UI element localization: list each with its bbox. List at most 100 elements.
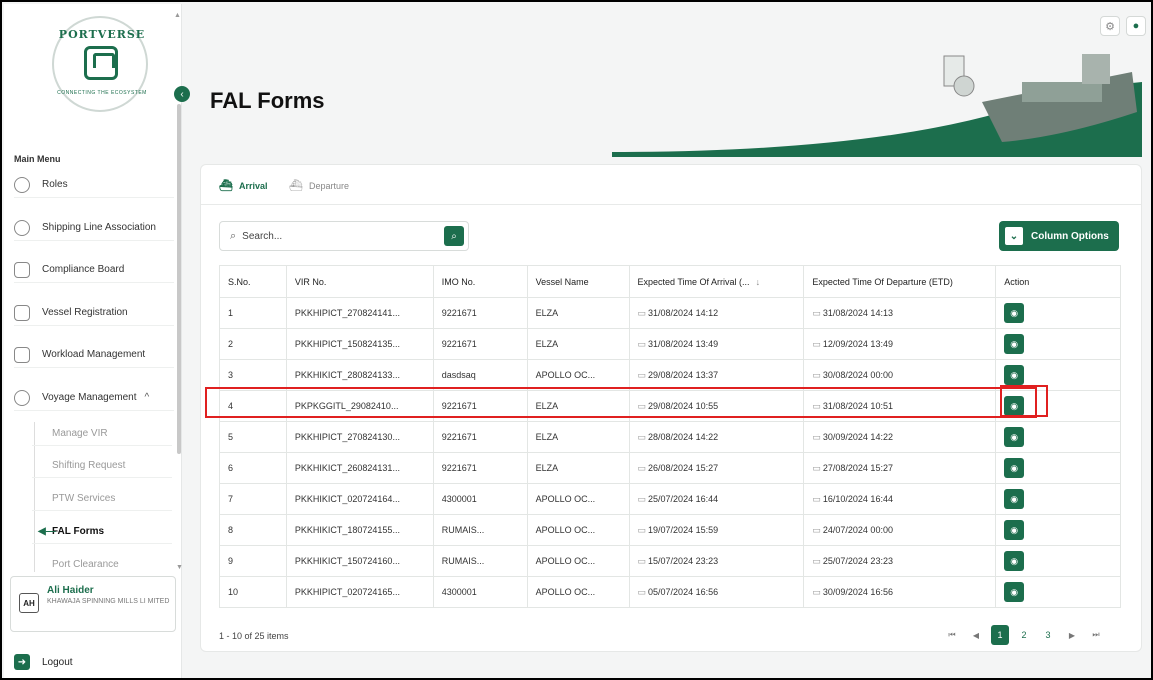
eta-value: 29/08/2024 10:55	[648, 400, 719, 411]
tab-departure[interactable]: ⛴ Departure	[289, 179, 349, 192]
scroll-up-arrow[interactable]: ▲	[174, 12, 181, 19]
cell-sno: 8	[219, 514, 287, 546]
collapse-sidebar-button[interactable]: ‹	[174, 86, 190, 102]
pagination-info: 1 - 10 of 25 items	[219, 631, 289, 641]
cell-vessel: ELZA	[526, 390, 630, 422]
calendar-icon: ▭	[637, 400, 647, 411]
sort-down-icon[interactable]: ↓	[756, 277, 761, 287]
cell-action: ◉	[995, 545, 1121, 577]
etd-value: 30/09/2024 16:56	[822, 586, 893, 597]
chevron-up-icon: ^	[144, 392, 150, 403]
view-eye-icon[interactable]: ◉	[1004, 396, 1025, 416]
sidebar-item-vessel-registration[interactable]: Vessel Registration	[14, 300, 174, 326]
search-input[interactable]	[242, 230, 413, 242]
search-button[interactable]: ⌕	[444, 226, 464, 246]
cell-eta: ▭ 28/08/2024 14:22	[628, 421, 805, 453]
sidebar-subitem-port-clearance[interactable]: Port Clearance	[32, 553, 172, 577]
header-sno[interactable]: S.No.	[219, 265, 287, 298]
cell-action: ◉	[995, 328, 1121, 360]
search-icon: ⌕	[230, 229, 237, 242]
view-eye-icon[interactable]: ◉	[1004, 427, 1025, 447]
table-row: 6 PKKHIKICT_260824131... 9221671 ELZA ▭ 26/08…	[219, 452, 1121, 484]
tab-bar: ⛴ Arrival ⛴ Departure	[201, 165, 1141, 205]
cell-eta: ▭ 29/08/2024 13:37	[628, 359, 805, 391]
view-eye-icon[interactable]: ◉	[1004, 520, 1025, 540]
subitem-label: Port Clearance	[52, 559, 119, 570]
sidebar-subitem-manage-vir[interactable]: Manage VIR	[32, 422, 172, 446]
last-page-icon[interactable]: ⏭	[1087, 625, 1105, 645]
view-eye-icon[interactable]: ◉	[1004, 582, 1025, 602]
view-eye-icon[interactable]: ◉	[1004, 334, 1025, 354]
page-button-2[interactable]: 2	[1015, 625, 1033, 645]
header-vessel-name[interactable]: Vessel Name	[526, 265, 630, 298]
cell-imo: RUMAIS...	[432, 514, 528, 546]
page-button-1[interactable]: 1	[991, 625, 1009, 645]
eta-value: 19/07/2024 15:59	[648, 524, 719, 535]
cell-vir: PKKHIPICT_270824141...	[285, 297, 434, 329]
cell-imo: 4300001	[432, 483, 528, 515]
cell-imo: 9221671	[432, 421, 528, 453]
cell-etd: ▭ 27/08/2024 15:27	[803, 452, 997, 484]
sidebar-scrollbar[interactable]	[177, 104, 181, 454]
header-imo-no[interactable]: IMO No.	[432, 265, 528, 298]
logo-bottom-text: CONNECTING THE ECOSYSTEM	[57, 90, 147, 96]
eta-value: 05/07/2024 16:56	[648, 586, 719, 597]
sidebar-item-compliance-board[interactable]: Compliance Board	[14, 257, 174, 283]
sidebar-item-label: Shipping Line Association	[42, 222, 156, 233]
calendar-icon: ▭	[812, 493, 821, 504]
sidebar-item-voyage-management[interactable]: Voyage Management ^	[14, 385, 174, 411]
cell-action: ◉	[995, 514, 1121, 546]
view-eye-icon[interactable]: ◉	[1004, 458, 1025, 478]
table-row: 2 PKKHIPICT_150824135... 9221671 ELZA ▭ 31/08…	[219, 328, 1121, 360]
next-page-icon[interactable]: ▶	[1063, 625, 1081, 645]
etd-value: 24/07/2024 00:00	[822, 524, 893, 535]
settings-icon[interactable]: ⚙	[1100, 16, 1120, 36]
cell-action: ◉	[995, 483, 1121, 515]
view-eye-icon[interactable]: ◉	[1004, 303, 1025, 323]
cell-imo: 9221671	[432, 297, 528, 329]
profile-icon[interactable]: ●	[1126, 16, 1146, 36]
header-vir-no[interactable]: VIR No.	[285, 265, 434, 298]
view-eye-icon[interactable]: ◉	[1004, 551, 1025, 571]
cell-vessel: APOLLO OC...	[526, 545, 630, 577]
eta-value: 31/08/2024 14:12	[648, 307, 719, 318]
header-etd[interactable]: Expected Time Of Departure (ETD)	[803, 265, 997, 298]
scroll-down-arrow[interactable]: ▼	[176, 564, 183, 571]
sidebar-item-roles[interactable]: Roles	[14, 172, 174, 198]
view-eye-icon[interactable]: ◉	[1004, 489, 1025, 509]
sidebar-subitem-ptw-services[interactable]: PTW Services	[32, 487, 172, 511]
compliance-icon	[14, 261, 30, 278]
eta-value: 29/08/2024 13:37	[648, 369, 719, 380]
cell-sno: 3	[219, 359, 287, 391]
shipping-icon	[14, 219, 30, 236]
tab-label: Arrival	[238, 180, 268, 191]
view-eye-icon[interactable]: ◉	[1004, 365, 1025, 385]
header-eta[interactable]: Expected Time Of Arrival (... ↓	[628, 265, 805, 298]
sidebar-subitem-fal-forms[interactable]: ◀— FAL Forms	[32, 520, 172, 544]
fal-forms-table: S.No. VIR No. IMO No. Vessel Name Expect…	[219, 265, 1121, 608]
sidebar-item-shipping-line-association[interactable]: Shipping Line Association	[14, 215, 174, 241]
user-card[interactable]: AH Ali Haider KHAWAJA SPINNING MILLS LI …	[10, 576, 176, 632]
cell-sno: 5	[219, 421, 287, 453]
departure-ship-icon: ⛴	[289, 180, 303, 192]
sidebar-subitem-shifting-request[interactable]: Shifting Request	[32, 454, 172, 478]
page-button-3[interactable]: 3	[1039, 625, 1057, 645]
first-page-icon[interactable]: ⏮	[943, 625, 961, 645]
cell-vir: PKKHIKICT_280824133...	[285, 359, 434, 391]
sidebar-item-workload-management[interactable]: Workload Management	[14, 342, 174, 368]
calendar-icon: ▭	[637, 524, 647, 535]
subitem-label: Shifting Request	[52, 460, 126, 471]
etd-value: 31/08/2024 14:13	[822, 307, 893, 318]
column-options-button[interactable]: ⌄ Column Options	[999, 221, 1119, 251]
cell-etd: ▭ 24/07/2024 00:00	[803, 514, 997, 546]
column-options-label: Column Options	[1031, 230, 1109, 242]
etd-value: 31/08/2024 10:51	[822, 400, 893, 411]
etd-value: 25/07/2024 23:23	[822, 555, 893, 566]
tab-arrival[interactable]: ⛴ Arrival	[219, 179, 268, 192]
eta-value: 26/08/2024 15:27	[648, 462, 719, 473]
cell-vessel: ELZA	[526, 297, 630, 329]
prev-page-icon[interactable]: ◀	[967, 625, 985, 645]
cell-eta: ▭ 26/08/2024 15:27	[628, 452, 805, 484]
logout-button[interactable]: ➜ Logout	[14, 654, 73, 670]
sidebar: ▲ PORTVERSE CONNECTING THE ECOSYSTEM ▼ M…	[4, 4, 183, 678]
